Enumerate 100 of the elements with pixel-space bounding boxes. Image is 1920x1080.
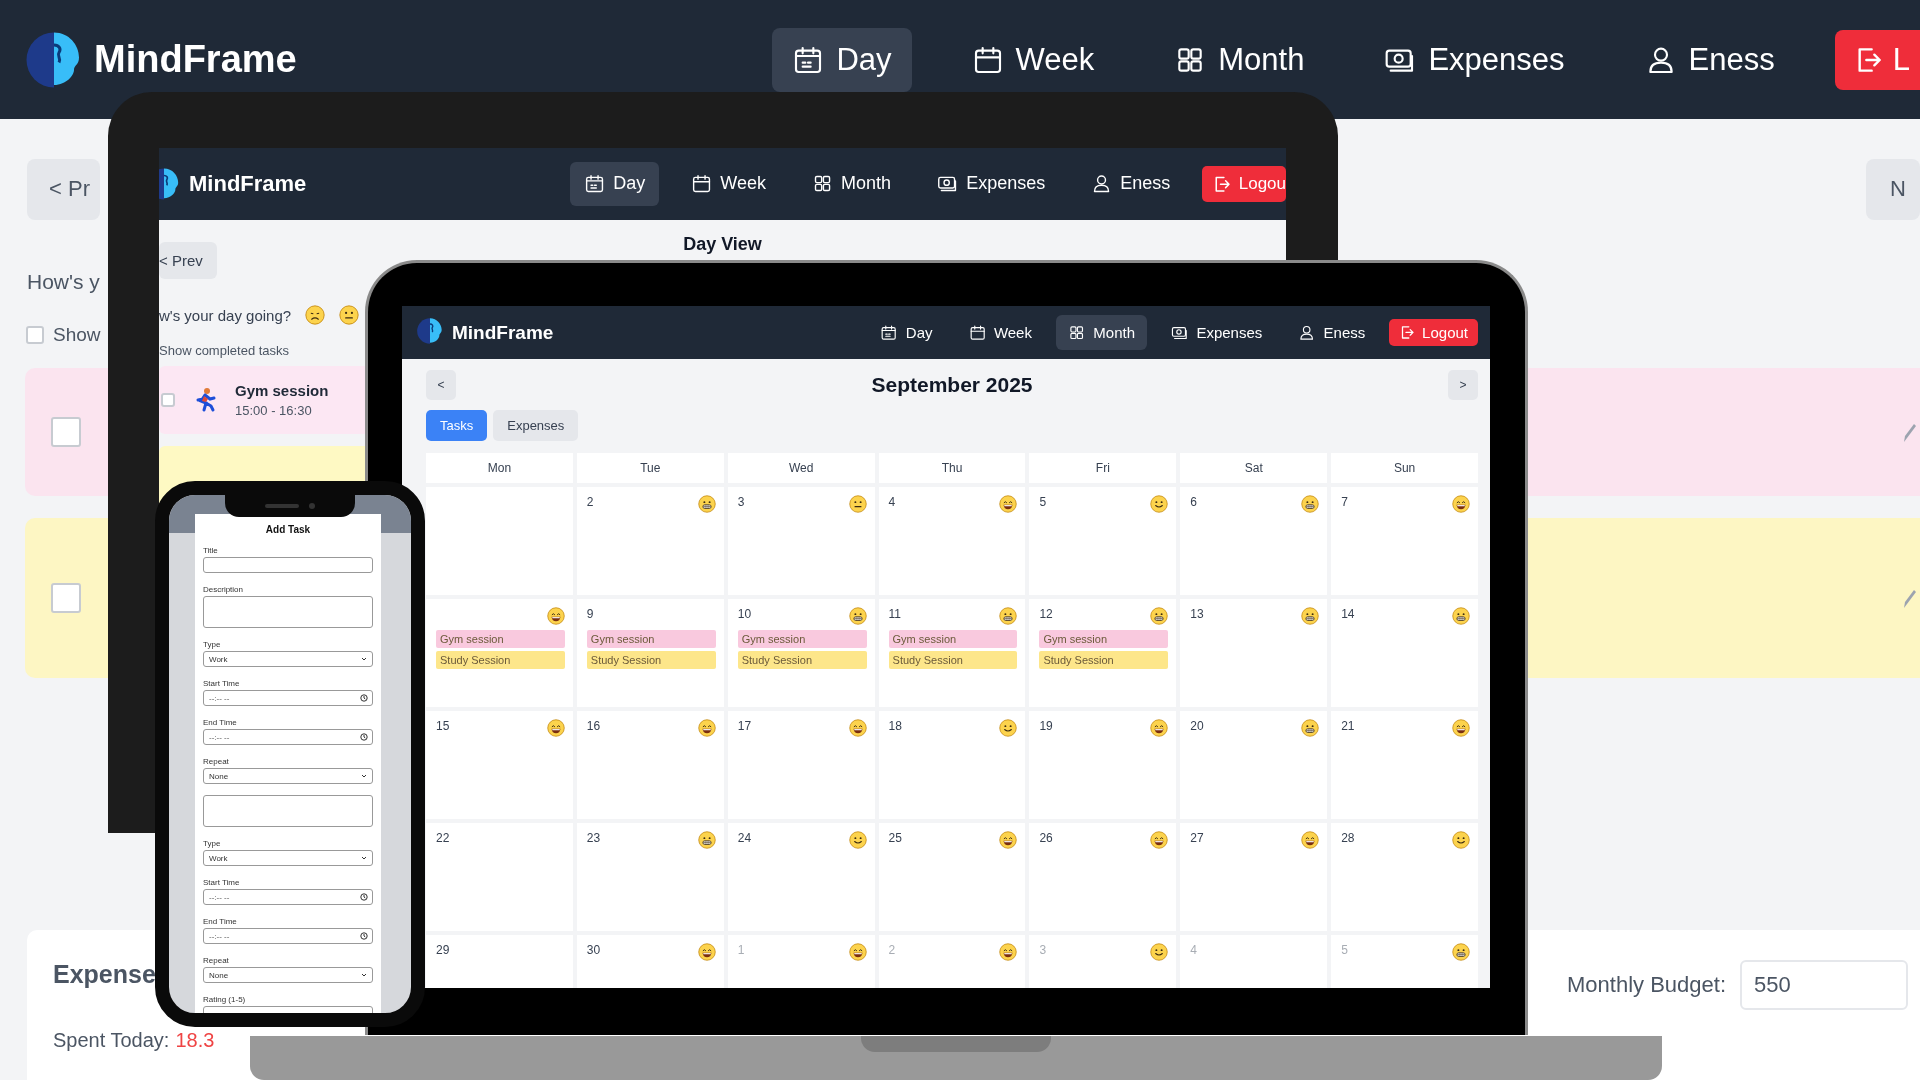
prev-button[interactable]: < Prev [159, 242, 217, 279]
day-cell[interactable]: 19 [1029, 711, 1177, 819]
select-field[interactable]: Work [203, 651, 373, 667]
day-cell[interactable]: 11 Gym session Study Session [878, 599, 1026, 707]
day-cell[interactable]: 21 [1331, 711, 1478, 819]
day-cell[interactable]: 24 [727, 823, 875, 931]
task-card[interactable] [1525, 518, 1920, 678]
calendar-icon [968, 323, 986, 342]
nav-link[interactable]: Eness [1077, 162, 1185, 206]
day-cell[interactable]: 14 [1331, 599, 1478, 707]
month-title: September 2025 [871, 373, 1033, 397]
task-card[interactable] [1525, 368, 1920, 496]
select-field[interactable]: None [203, 967, 373, 983]
nav-link[interactable]: Expenses [923, 162, 1060, 206]
nav-link[interactable]: Day [868, 314, 945, 351]
day-cell[interactable]: 26 [1029, 823, 1177, 931]
time-field[interactable]: --:-- -- [203, 928, 373, 944]
day-cell[interactable]: 7 [1331, 487, 1478, 595]
event-chip[interactable]: Gym session [436, 630, 565, 648]
day-cell[interactable]: 29 [426, 935, 573, 988]
event-chip[interactable]: Gym session [888, 630, 1018, 648]
event-chip[interactable]: Gym session [586, 630, 716, 648]
day-cell[interactable]: 22 [426, 823, 573, 931]
next-button[interactable]: N [1866, 159, 1920, 220]
day-cell[interactable]: 25 [878, 823, 1026, 931]
logout-button[interactable]: Logou [1202, 165, 1286, 203]
day-cell[interactable]: 10 Gym session Study Session [727, 599, 875, 707]
day-number: 7 [1341, 495, 1348, 509]
tab[interactable]: Expenses [493, 410, 579, 441]
logout-button[interactable]: Logout [1389, 319, 1478, 346]
event-chip[interactable]: Study Session [586, 651, 716, 669]
nav-link[interactable]: Month [1055, 314, 1147, 351]
nav-link[interactable]: Month [1154, 27, 1325, 92]
event-chip[interactable]: Gym session [737, 630, 867, 648]
field-label: Repeat [203, 956, 229, 966]
day-cell[interactable]: 17 [727, 711, 875, 819]
day-cell[interactable]: Gym session Study Session [426, 599, 573, 707]
task-card[interactable] [25, 518, 108, 678]
select-field[interactable]: None [203, 768, 373, 784]
mood-prompt: w's your day going? [159, 306, 292, 324]
nav-link[interactable]: Expenses [1159, 314, 1275, 351]
field-label: Repeat [203, 757, 229, 767]
time-field[interactable]: --:-- -- [203, 729, 373, 745]
day-cell[interactable]: 9 Gym session Study Session [576, 599, 724, 707]
day-cell[interactable]: 28 [1331, 823, 1478, 931]
day-cell[interactable]: 16 [576, 711, 724, 819]
event-chip[interactable]: Gym session [1039, 630, 1169, 648]
day-cell[interactable]: 4 [878, 487, 1026, 595]
event-chip[interactable]: Study Session [1039, 651, 1169, 669]
app-logo-text[interactable]: MindFrame [452, 321, 554, 344]
caret-icon [361, 972, 367, 978]
day-cell[interactable]: 18 [878, 711, 1026, 819]
budget-field[interactable]: 550 [1740, 960, 1908, 1010]
event-chip[interactable]: Study Session [888, 651, 1018, 669]
nav-link[interactable]: Day [570, 162, 660, 206]
nav-link[interactable]: Week [677, 162, 780, 206]
nav-link[interactable]: Month [797, 162, 906, 206]
nav-link[interactable]: Eness [1624, 27, 1795, 92]
day-cell[interactable]: 15 [426, 711, 573, 819]
task-card[interactable]: Gym session 15:00 - 16:30 [159, 366, 365, 434]
nav-link[interactable]: Eness [1286, 314, 1378, 351]
next-button[interactable]: > [1448, 370, 1478, 400]
nav-link[interactable]: Expenses [1364, 27, 1585, 92]
time-field[interactable]: --:-- -- [203, 690, 373, 706]
tab[interactable]: Tasks [426, 410, 488, 441]
day-cell[interactable]: 3 [727, 487, 875, 595]
nav-link[interactable]: Week [951, 27, 1115, 92]
event-chip[interactable]: Study Session [436, 651, 565, 669]
nav-link[interactable]: Day [772, 27, 912, 92]
text-area[interactable] [203, 596, 373, 628]
day-cell[interactable]: 2 [576, 487, 724, 595]
checkbox[interactable] [51, 583, 81, 613]
day-cell[interactable]: 27 [1180, 823, 1328, 931]
nav-link[interactable]: Week [956, 314, 1044, 351]
checkbox[interactable] [51, 417, 81, 447]
day-cell[interactable]: 13 [1180, 599, 1328, 707]
input-field[interactable] [203, 557, 373, 573]
calendar-icon [584, 173, 606, 195]
logout-button[interactable]: L [1834, 29, 1920, 90]
task-card[interactable] [25, 368, 108, 496]
dialog-title: Add Task [264, 524, 312, 535]
day-cell[interactable]: 23 [576, 823, 724, 931]
event-chip[interactable]: Study Session [737, 651, 867, 669]
checkbox[interactable] [161, 393, 175, 407]
day-cell[interactable]: 12 Gym session Study Session [1029, 599, 1177, 707]
day-cell[interactable]: 30 [576, 935, 724, 988]
day-cell[interactable] [426, 487, 573, 595]
text-area[interactable] [203, 795, 373, 827]
checkbox[interactable] [26, 326, 44, 344]
day-cell[interactable]: 20 [1180, 711, 1328, 819]
app-logo-text[interactable]: MindFrame [94, 38, 297, 81]
app-logo-text[interactable]: MindFrame [189, 171, 307, 197]
prev-button[interactable]: < [426, 370, 456, 400]
select-field[interactable]: Work [203, 850, 373, 866]
time-field[interactable]: --:-- -- [203, 889, 373, 905]
spent-label: Spent Today: [53, 1029, 170, 1052]
task-time: 15:00 - 16:30 [235, 403, 313, 418]
day-cell[interactable]: 5 [1029, 487, 1177, 595]
day-cell[interactable]: 6 [1180, 487, 1328, 595]
prev-button[interactable]: < Pr [27, 159, 100, 220]
